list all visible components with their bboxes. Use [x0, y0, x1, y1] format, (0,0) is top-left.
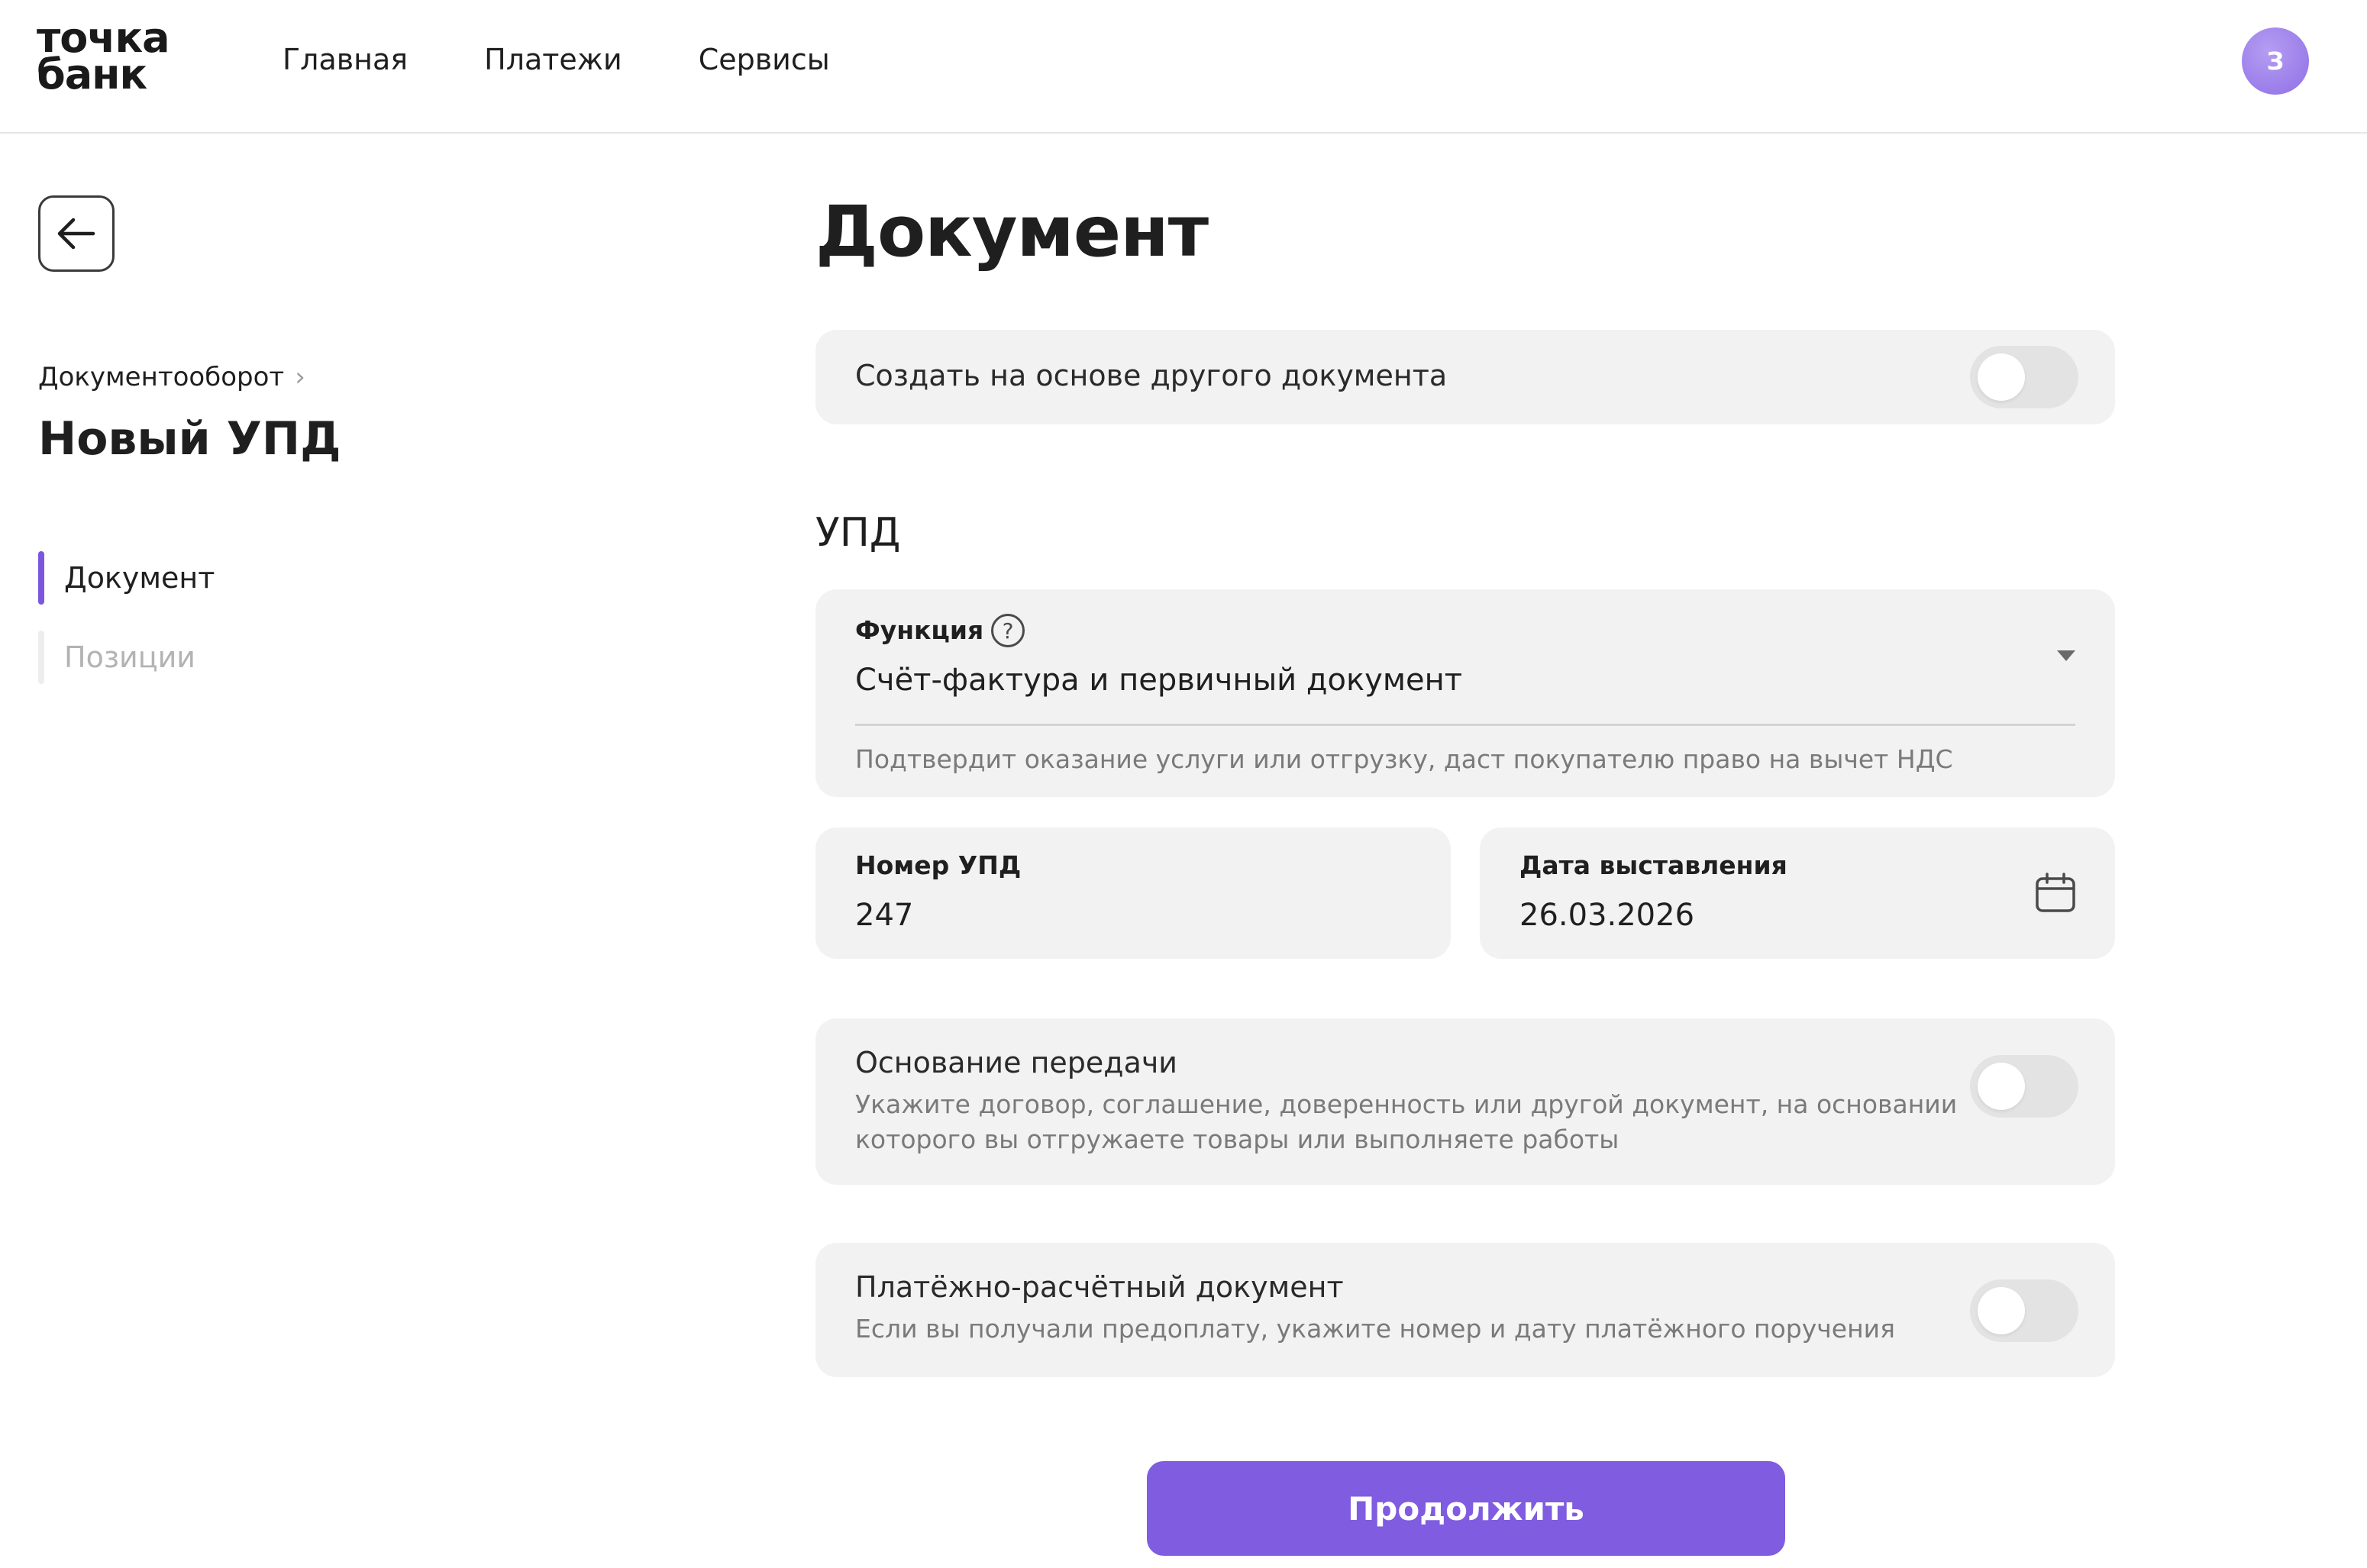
- upd-number-field[interactable]: Номер УПД 247: [815, 828, 1451, 959]
- step-label: Документ: [64, 561, 215, 595]
- create-from-other-card: Создать на основе другого документа: [815, 330, 2115, 424]
- brand-logo[interactable]: точка банк: [37, 18, 170, 98]
- step-indicator: [38, 631, 44, 684]
- function-hint: Подтвердит оказание услуги или отгрузку,…: [855, 744, 1953, 774]
- continue-button[interactable]: Продолжить: [1147, 1461, 1785, 1556]
- arrow-left-icon: [57, 218, 95, 250]
- toggle-knob: [1978, 353, 2025, 401]
- transfer-basis-desc-line1: Укажите договор, соглашение, доверенност…: [855, 1089, 1958, 1119]
- issue-date-field[interactable]: Дата выставления 26.03.2026: [1480, 828, 2115, 959]
- brand-logo-line2: банк: [37, 50, 147, 98]
- transfer-basis-card: Основание передачи Укажите договор, согл…: [815, 1018, 2115, 1185]
- payment-doc-card: Платёжно-расчётный документ Если вы полу…: [815, 1243, 2115, 1377]
- top-header: точка банк Главная Платежи Сервисы З: [0, 0, 2367, 134]
- function-label: Функция: [855, 615, 984, 645]
- step-document[interactable]: Документ: [38, 551, 215, 605]
- step-indicator: [38, 551, 44, 605]
- transfer-basis-desc-line2: которого вы отгружаете товары или выполн…: [855, 1124, 1619, 1154]
- toggle-knob: [1978, 1063, 2025, 1110]
- nav-item-home[interactable]: Главная: [283, 43, 408, 76]
- calendar-icon[interactable]: [2034, 872, 2077, 915]
- question-circle-icon[interactable]: ?: [991, 614, 1025, 647]
- main-nav: Главная Платежи Сервисы: [283, 43, 830, 76]
- function-select[interactable]: Функция ? Счёт-фактура и первичный докум…: [815, 589, 2115, 797]
- create-from-other-label: Создать на основе другого документа: [855, 359, 1448, 392]
- user-avatar[interactable]: З: [2242, 27, 2309, 95]
- payment-doc-toggle[interactable]: [1970, 1279, 2078, 1342]
- section-title-upd: УПД: [815, 510, 901, 556]
- issue-date-label: Дата выставления: [1519, 850, 1787, 880]
- nav-item-services[interactable]: Сервисы: [699, 43, 830, 76]
- page-subtitle: Новый УПД: [38, 412, 341, 466]
- issue-date-value[interactable]: 26.03.2026: [1519, 898, 1694, 933]
- toggle-knob: [1978, 1287, 2025, 1334]
- transfer-basis-title: Основание передачи: [855, 1046, 1178, 1079]
- stepper: Документ Позиции: [38, 551, 215, 710]
- function-underline: [855, 724, 2075, 726]
- chevron-right-icon: ›: [295, 362, 305, 392]
- nav-item-payments[interactable]: Платежи: [484, 43, 622, 76]
- back-button[interactable]: [38, 195, 115, 272]
- payment-doc-desc: Если вы получали предоплату, укажите ном…: [855, 1314, 1895, 1344]
- create-from-other-toggle[interactable]: [1970, 346, 2078, 408]
- step-positions[interactable]: Позиции: [38, 631, 215, 684]
- upd-number-label: Номер УПД: [855, 850, 1022, 880]
- step-label: Позиции: [64, 640, 195, 674]
- breadcrumb-link[interactable]: Документооборот: [38, 362, 284, 392]
- payment-doc-title: Платёжно-расчётный документ: [855, 1270, 1344, 1304]
- function-value: Счёт-фактура и первичный документ: [855, 663, 1463, 698]
- caret-down-icon[interactable]: [2057, 650, 2075, 661]
- transfer-basis-toggle[interactable]: [1970, 1055, 2078, 1118]
- page-title: Документ: [815, 191, 1209, 273]
- upd-number-value[interactable]: 247: [855, 898, 913, 933]
- breadcrumb[interactable]: Документооборот ›: [38, 362, 305, 392]
